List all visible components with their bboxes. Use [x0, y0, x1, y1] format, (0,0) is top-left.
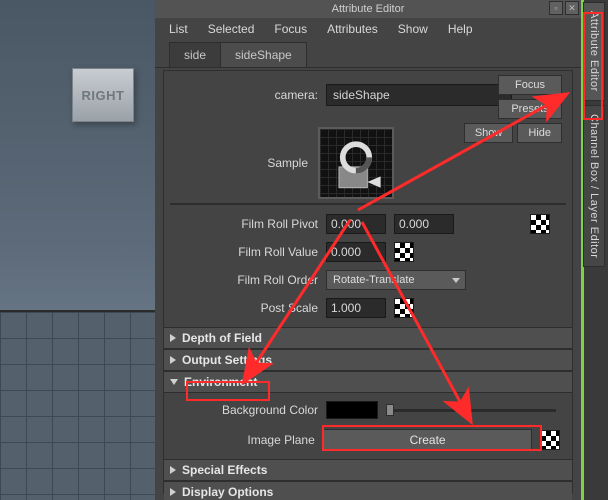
- create-image-plane-button[interactable]: Create: [323, 429, 533, 451]
- viewport-grid: [0, 312, 155, 500]
- view-cube-label: RIGHT: [82, 88, 125, 103]
- tab-side[interactable]: side: [169, 42, 221, 67]
- film-roll-pivot-y[interactable]: [394, 214, 454, 234]
- menu-focus[interactable]: Focus: [266, 20, 315, 38]
- film-roll-order-label: Film Roll Order: [164, 273, 318, 287]
- background-color-label: Background Color: [164, 403, 318, 417]
- sample-swatch[interactable]: [318, 127, 394, 199]
- film-roll-value-label: Film Roll Value: [164, 245, 318, 259]
- film-roll-pivot-x[interactable]: [326, 214, 386, 234]
- chevron-right-icon: [170, 488, 176, 496]
- film-roll-value[interactable]: [326, 242, 386, 262]
- sample-label: Sample: [164, 156, 318, 170]
- focus-button[interactable]: Focus: [498, 75, 562, 95]
- map-button-value[interactable]: [394, 242, 414, 262]
- menu-show[interactable]: Show: [390, 20, 436, 38]
- show-button[interactable]: Show: [464, 123, 514, 143]
- side-tab-channel-box[interactable]: Channel Box / Layer Editor: [583, 105, 605, 267]
- section-display-options[interactable]: Display Options: [164, 481, 572, 500]
- chevron-right-icon: [170, 466, 176, 474]
- menu-list[interactable]: List: [161, 20, 196, 38]
- section-special-effects[interactable]: Special Effects: [164, 459, 572, 481]
- section-depth-of-field[interactable]: Depth of Field: [164, 327, 572, 349]
- map-button-pivot[interactable]: [530, 214, 550, 234]
- background-color-slider[interactable]: [386, 401, 556, 419]
- viewport-right[interactable]: RIGHT: [0, 0, 155, 500]
- film-roll-pivot-label: Film Roll Pivot: [164, 217, 318, 231]
- background-color-swatch[interactable]: [326, 401, 378, 419]
- node-tabs: side sideShape: [155, 40, 581, 68]
- menu-selected[interactable]: Selected: [200, 20, 263, 38]
- title-bar: Attribute Editor ▫ ✕: [155, 0, 581, 18]
- side-tab-strip: Attribute Editor Channel Box / Layer Edi…: [581, 0, 608, 500]
- camera-label: camera:: [164, 88, 318, 102]
- image-plane-label: Image Plane: [164, 433, 315, 447]
- menu-attributes[interactable]: Attributes: [319, 20, 386, 38]
- map-button-imageplane[interactable]: [540, 430, 560, 450]
- chevron-right-icon: [170, 356, 176, 364]
- close-icon[interactable]: ✕: [565, 1, 579, 15]
- film-roll-order-dropdown[interactable]: Rotate-Translate: [326, 270, 466, 290]
- menu-help[interactable]: Help: [440, 20, 481, 38]
- section-environment[interactable]: Environment: [164, 371, 572, 393]
- divider: [170, 203, 566, 205]
- menu-bar: List Selected Focus Attributes Show Help: [155, 18, 581, 40]
- post-scale-label: Post Scale: [164, 301, 318, 315]
- section-output-settings[interactable]: Output Settings: [164, 349, 572, 371]
- side-tab-attribute-editor[interactable]: Attribute Editor: [583, 2, 605, 101]
- post-scale[interactable]: [326, 298, 386, 318]
- chevron-down-icon: [170, 379, 178, 385]
- chevron-right-icon: [170, 334, 176, 342]
- map-button-postscale[interactable]: [394, 298, 414, 318]
- attribute-editor-panel: Attribute Editor ▫ ✕ List Selected Focus…: [155, 0, 581, 500]
- title-bar-text: Attribute Editor: [332, 3, 405, 15]
- view-cube-right[interactable]: RIGHT: [72, 68, 134, 122]
- presets-button[interactable]: Presets: [498, 99, 562, 119]
- undock-icon[interactable]: ▫: [549, 1, 563, 15]
- attribute-body: Focus Presets Show Hide camera: Sample: [163, 70, 573, 494]
- tab-sideshape[interactable]: sideShape: [220, 42, 307, 67]
- hide-button[interactable]: Hide: [517, 123, 562, 143]
